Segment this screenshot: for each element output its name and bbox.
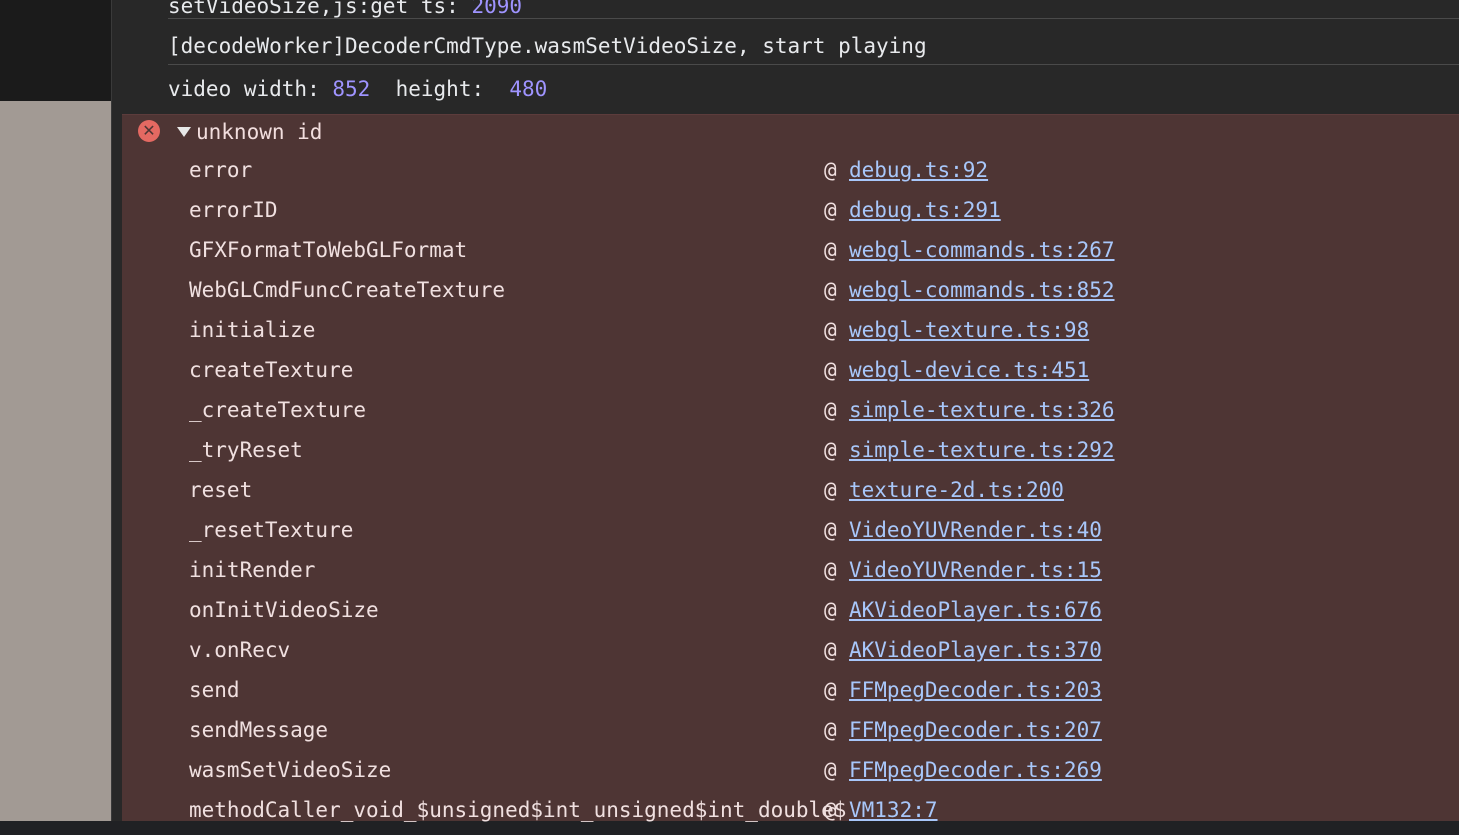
log-text: [decodeWorker]DecoderCmdType.wasmSetVide… (168, 34, 927, 58)
page-viewport-dark (0, 0, 111, 101)
stack-frame: reset @ texture-2d.ts:200 (122, 475, 1459, 515)
stack-frame-function: v.onRecv (189, 638, 291, 662)
stack-frame: methodCaller_void_$unsigned$int_unsigned… (122, 795, 1459, 835)
stack-frame: initialize @ webgl-texture.ts:98 (122, 315, 1459, 355)
stack-frame-function: createTexture (189, 358, 354, 382)
stack-frame-at-symbol: @ (824, 718, 837, 742)
stack-frame: v.onRecv @ AKVideoPlayer.ts:370 (122, 635, 1459, 675)
stack-frame-function: errorID (189, 198, 278, 222)
stack-frame-function: initialize (189, 318, 316, 342)
stack-frame-function: WebGLCmdFuncCreateTexture (189, 278, 506, 302)
stack-frame-at-symbol: @ (824, 158, 837, 182)
stack-frame-at-symbol: @ (824, 678, 837, 702)
stack-frame: createTexture @ webgl-device.ts:451 (122, 355, 1459, 395)
stack-frame-at-symbol: @ (824, 198, 837, 222)
stack-trace: error @ debug.ts:92 errorID @ debug.ts:291 GFX… (122, 155, 1459, 835)
error-message: ✕ unknown id error @ debug.ts:92 errorID @ de… (122, 114, 1459, 822)
stack-frame-source-link[interactable]: simple-texture.ts:292 (849, 435, 1115, 465)
console-panel: setVideoSize,js:get ts: 2090 [decodeWork… (111, 0, 1459, 822)
stack-frame: send @ FFMpegDecoder.ts:203 (122, 675, 1459, 715)
stack-frame-at-symbol: @ (824, 638, 837, 662)
log-number: 2090 (471, 0, 523, 18)
stack-frame: onInitVideoSize @ AKVideoPlayer.ts:676 (122, 595, 1459, 635)
stack-frame-function: reset (189, 478, 253, 502)
expand-triangle-icon[interactable] (177, 127, 191, 137)
stack-frame-source-link[interactable]: FFMpegDecoder.ts:269 (849, 755, 1102, 785)
log-text: height: (370, 77, 510, 101)
stack-frame-at-symbol: @ (824, 238, 837, 262)
stack-frame-function: _resetTexture (189, 518, 354, 542)
stack-frame-function: initRender (189, 558, 316, 582)
stack-frame-at-symbol: @ (824, 598, 837, 622)
stack-frame-function: _tryReset (189, 438, 303, 462)
stack-frame-source-link[interactable]: webgl-commands.ts:267 (849, 235, 1115, 265)
stack-frame-at-symbol: @ (824, 278, 837, 302)
stack-frame-source-link[interactable]: simple-texture.ts:326 (849, 395, 1115, 425)
stack-frame-function: sendMessage (189, 718, 329, 742)
stack-frame: error @ debug.ts:92 (122, 155, 1459, 195)
stack-frame: WebGLCmdFuncCreateTexture @ webgl-commands… (122, 275, 1459, 315)
stack-frame-at-symbol: @ (824, 398, 837, 422)
stack-frame-source-link[interactable]: AKVideoPlayer.ts:370 (849, 635, 1102, 665)
stack-frame-at-symbol: @ (824, 318, 837, 342)
stack-frame-source-link[interactable]: FFMpegDecoder.ts:207 (849, 715, 1102, 745)
stack-frame-function: send (189, 678, 240, 702)
stack-frame-function: error (189, 158, 253, 182)
stack-frame-source-link[interactable]: AKVideoPlayer.ts:676 (849, 595, 1102, 625)
stack-frame-source-link[interactable]: webgl-commands.ts:852 (849, 275, 1115, 305)
stack-frame-source-link[interactable]: VideoYUVRender.ts:40 (849, 515, 1102, 545)
stack-frame-function: GFXFormatToWebGLFormat (189, 238, 468, 262)
stack-frame: wasmSetVideoSize @ FFMpegDecoder.ts:269 (122, 755, 1459, 795)
stack-frame-source-link[interactable]: debug.ts:92 (849, 155, 988, 185)
stack-frame-source-link[interactable]: debug.ts:291 (849, 195, 1001, 225)
stack-frame-source-link[interactable]: webgl-texture.ts:98 (849, 315, 1089, 345)
page-viewport-canvas (0, 101, 111, 821)
stack-frame-at-symbol: @ (824, 518, 837, 542)
stack-frame-at-symbol: @ (824, 558, 837, 582)
stack-frame-source-link[interactable]: VideoYUVRender.ts:15 (849, 555, 1102, 585)
stack-frame: initRender @ VideoYUVRender.ts:15 (122, 555, 1459, 595)
stack-frame-source-link[interactable]: FFMpegDecoder.ts:203 (849, 675, 1102, 705)
log-text: setVideoSize,js:get ts: (168, 0, 472, 18)
stack-frame-at-symbol: @ (824, 758, 837, 782)
log-message: [decodeWorker]DecoderCmdType.wasmSetVide… (168, 22, 1459, 65)
stack-frame-function: onInitVideoSize (189, 598, 379, 622)
stack-frame-source-link[interactable]: texture-2d.ts:200 (849, 475, 1064, 505)
log-number: 480 (509, 77, 548, 101)
stack-frame-at-symbol: @ (824, 358, 837, 382)
stack-frame: _resetTexture @ VideoYUVRender.ts:40 (122, 515, 1459, 555)
error-circle-icon: ✕ (138, 120, 160, 142)
stack-frame-at-symbol: @ (824, 478, 837, 502)
stack-frame: errorID @ debug.ts:291 (122, 195, 1459, 235)
stack-frame-at-symbol: @ (824, 438, 837, 462)
stack-frame: GFXFormatToWebGLFormat @ webgl-commands.ts… (122, 235, 1459, 275)
stack-frame: _createTexture @ simple-texture.ts:326 (122, 395, 1459, 435)
log-number: 852 (332, 77, 371, 101)
stack-frame-source-link[interactable]: webgl-device.ts:451 (849, 355, 1089, 385)
stack-frame: _tryReset @ simple-texture.ts:292 (122, 435, 1459, 475)
log-message: setVideoSize,js:get ts: 2090 (168, 0, 1459, 19)
log-message: video width: 852 height: 480 (168, 66, 1459, 112)
stack-frame-function: wasmSetVideoSize (189, 758, 392, 782)
log-text: video width: (168, 77, 333, 101)
stack-frame-function: _createTexture (189, 398, 367, 422)
error-title[interactable]: unknown id (196, 119, 322, 145)
stack-frame: sendMessage @ FFMpegDecoder.ts:207 (122, 715, 1459, 755)
